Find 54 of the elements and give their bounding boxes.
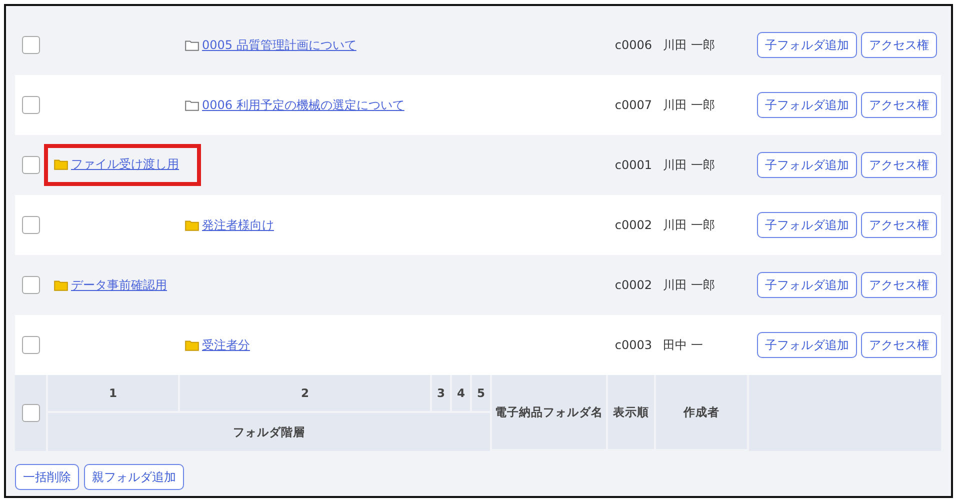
add-child-folder-button[interactable]: 子フォルダ追加 — [757, 152, 857, 178]
checkbox[interactable] — [22, 276, 40, 294]
folder-link[interactable]: 0005 品質管理計画について — [202, 36, 356, 54]
add-child-folder-button[interactable]: 子フォルダ追加 — [757, 32, 857, 58]
column-header: 5 — [476, 386, 485, 400]
add-child-folder-button[interactable]: 子フォルダ追加 — [757, 212, 857, 238]
column-header: 4 — [456, 386, 465, 400]
order-cell: c0003 — [614, 338, 652, 352]
select-all-checkbox[interactable] — [22, 404, 40, 422]
checkbox[interactable] — [22, 156, 40, 174]
access-rights-button[interactable]: アクセス権 — [861, 92, 937, 118]
column-header: フォルダ階層 — [233, 424, 305, 440]
folder-icon — [54, 159, 68, 170]
creator-cell-text: 川田 一郎 — [663, 276, 716, 294]
creator-cell-text: 川田 一郎 — [663, 216, 716, 234]
column-header: 表示順 — [613, 404, 649, 420]
access-rights-button[interactable]: アクセス権 — [861, 212, 937, 238]
order-cell: c0001 — [614, 158, 652, 172]
folder-link[interactable]: 受注者分 — [202, 336, 250, 354]
checkbox[interactable] — [22, 336, 40, 354]
access-rights-button[interactable]: アクセス権 — [861, 152, 937, 178]
order-cell: c0006 — [614, 38, 652, 52]
folder-link[interactable]: 0006 利用予定の機械の選定について — [202, 96, 404, 114]
creator-cell-text: 川田 一郎 — [663, 36, 716, 54]
access-rights-button[interactable]: アクセス権 — [861, 32, 937, 58]
order-cell: c0002 — [614, 218, 652, 232]
creator-cell-text: 川田 一郎 — [663, 156, 716, 174]
column-header: 電子納品フォルダ名 — [495, 404, 603, 420]
folder-icon — [54, 280, 68, 290]
folder-icon — [185, 220, 199, 230]
add-child-folder-button[interactable]: 子フォルダ追加 — [757, 332, 857, 358]
folder-link[interactable]: データ事前確認用 — [71, 276, 167, 294]
bulk-delete-button[interactable]: 一括削除 — [15, 464, 79, 490]
creator-cell-text: 川田 一郎 — [663, 96, 716, 114]
checkbox[interactable] — [22, 96, 40, 114]
order-cell: c0007 — [614, 98, 652, 112]
add-child-folder-button[interactable]: 子フォルダ追加 — [757, 92, 857, 118]
column-header: 1 — [108, 386, 117, 400]
folder-link[interactable]: ファイル受け渡し用 — [71, 156, 179, 173]
folder-icon — [185, 340, 199, 350]
column-header: 2 — [300, 386, 309, 400]
creator-cell-text: 田中 一 — [663, 336, 704, 354]
add-child-folder-button[interactable]: 子フォルダ追加 — [757, 272, 857, 298]
column-header: 3 — [436, 386, 445, 400]
add-parent-folder-button[interactable]: 親フォルダ追加 — [84, 464, 184, 490]
column-header: 作成者 — [684, 404, 720, 420]
checkbox[interactable] — [22, 216, 40, 234]
access-rights-button[interactable]: アクセス権 — [861, 332, 937, 358]
checkbox[interactable] — [22, 36, 40, 54]
folder-icon — [185, 100, 199, 110]
access-rights-button[interactable]: アクセス権 — [861, 272, 937, 298]
order-cell: c0002 — [614, 278, 652, 292]
folder-icon — [185, 40, 199, 50]
folder-link[interactable]: 発注者様向け — [202, 216, 274, 234]
